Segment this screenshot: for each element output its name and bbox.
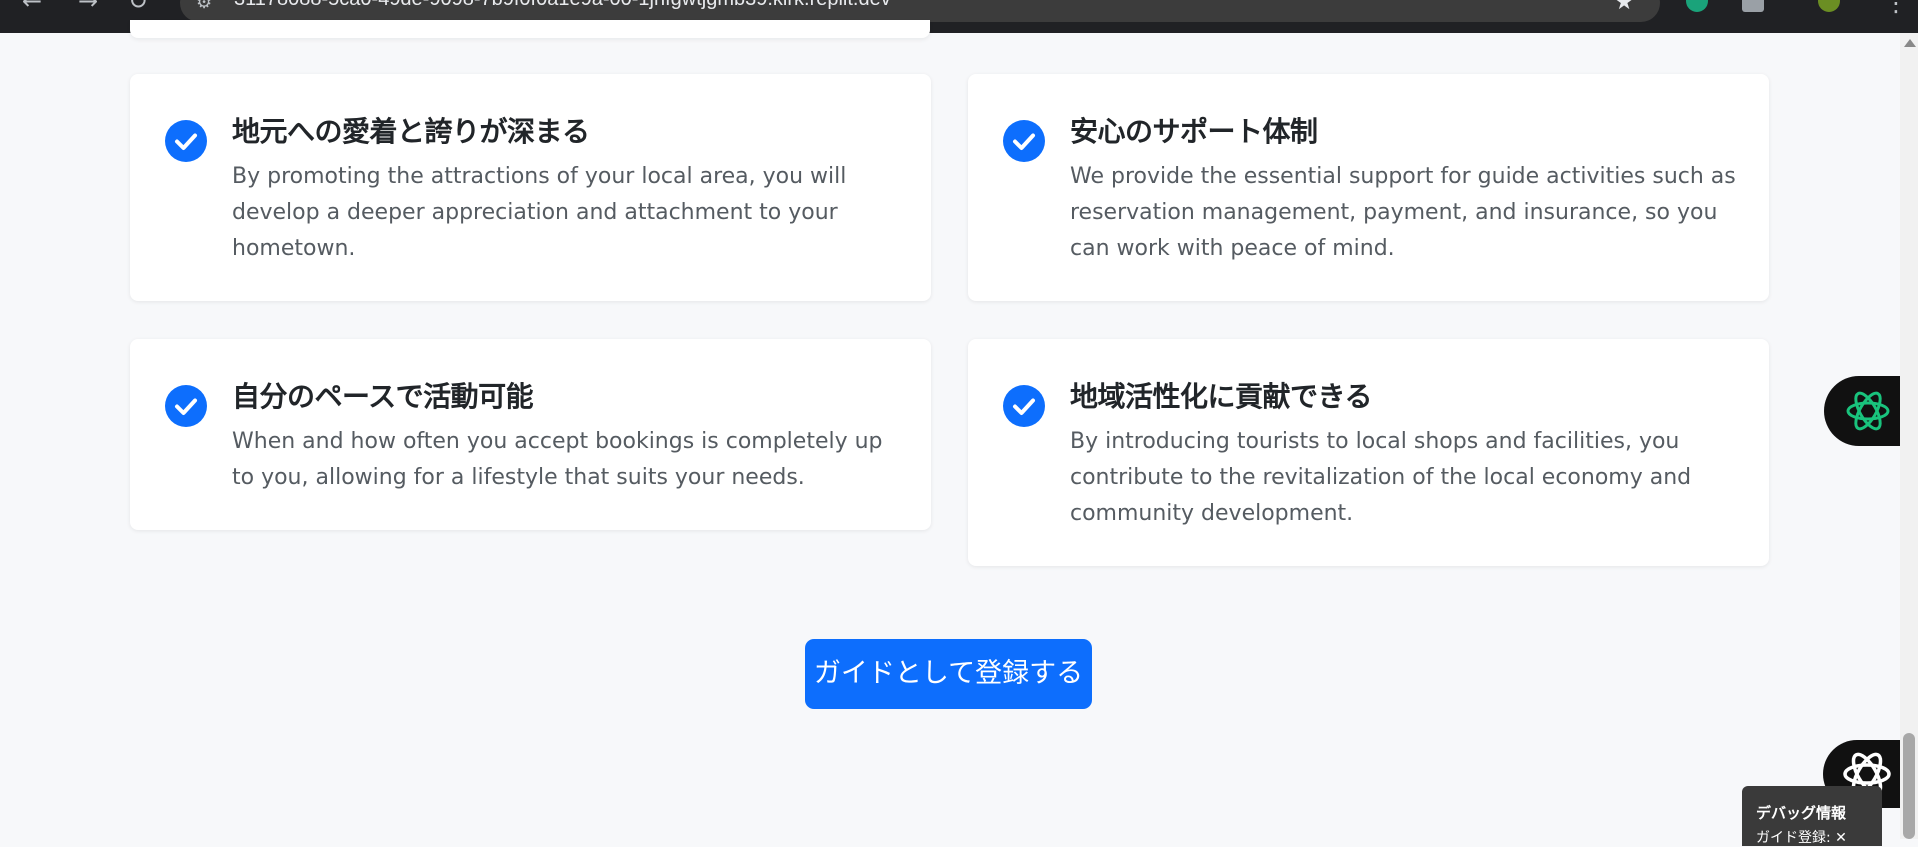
tab-search-icon[interactable] — [1742, 0, 1764, 12]
back-icon[interactable]: ← — [22, 0, 42, 16]
scroll-up-arrow-icon[interactable] — [1904, 39, 1916, 47]
card-description: By introducing tourists to local shops a… — [1070, 429, 1692, 526]
card-description: By promoting the attractions of your loc… — [232, 164, 847, 261]
debug-panel: デバッグ情報 ガイド登録: ✕ — [1742, 786, 1882, 846]
url-text[interactable]: 31178088-5ca0-49de-9098-7b9f0f0a1e9a-00-… — [234, 0, 891, 11]
address-bar[interactable]: ⚙ 31178088-5ca0-49de-9098-7b9f0f0a1e9a-0… — [180, 0, 1660, 22]
benefit-card: 安心のサポート体制 We provide the essential suppo… — [968, 74, 1769, 301]
bookmark-star-icon[interactable]: ★ — [1614, 0, 1634, 15]
scrollbar-thumb[interactable] — [1903, 733, 1915, 839]
previous-card — [130, 20, 930, 38]
card-title: 地元への愛着と誇りが深まる — [232, 115, 590, 148]
reload-icon[interactable]: ↻ — [128, 0, 148, 16]
forward-icon[interactable]: → — [78, 0, 98, 16]
card-description: We provide the essential support for gui… — [1070, 164, 1736, 261]
check-circle-icon — [165, 385, 207, 427]
check-circle-icon — [1003, 120, 1045, 162]
card-title: 自分のペースで活動可能 — [232, 380, 534, 413]
check-circle-icon — [1003, 385, 1045, 427]
vertical-scrollbar[interactable] — [1900, 33, 1918, 839]
benefit-card: 地域活性化に貢献できる By introducing tourists to l… — [968, 339, 1769, 566]
card-title: 安心のサポート体制 — [1070, 115, 1318, 148]
debug-title: デバッグ情報 — [1756, 804, 1847, 822]
card-title: 地域活性化に貢献できる — [1070, 380, 1372, 413]
benefit-card: 地元への愛着と誇りが深まる By promoting the attractio… — [130, 74, 931, 301]
site-info-icon[interactable]: ⚙ — [196, 0, 212, 13]
assistant-logo-icon — [1846, 391, 1890, 431]
menu-icon[interactable]: ⋮ — [1884, 0, 1908, 18]
register-as-guide-button[interactable]: ガイドとして登録する — [805, 639, 1092, 709]
benefit-card: 自分のペースで活動可能 When and how often you accep… — [130, 339, 931, 530]
profile-avatar-icon[interactable] — [1818, 0, 1840, 12]
extension-icon[interactable] — [1686, 0, 1708, 12]
check-circle-icon — [165, 120, 207, 162]
debug-status: ガイド登録: ✕ — [1756, 830, 1847, 846]
card-description: When and how often you accept bookings i… — [232, 429, 883, 490]
